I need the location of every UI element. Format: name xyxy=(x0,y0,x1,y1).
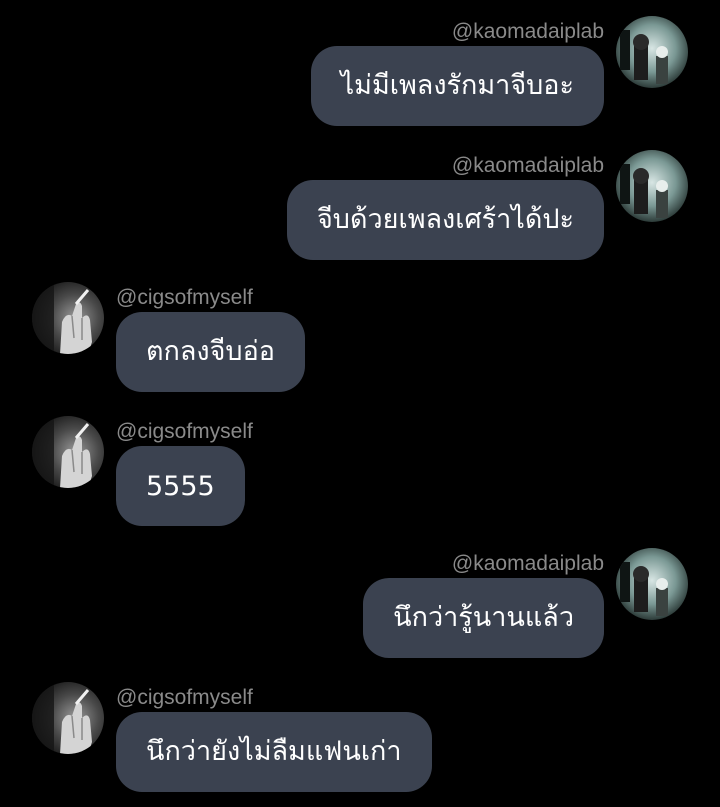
username-label[interactable]: @cigsofmyself xyxy=(116,420,253,444)
username-label[interactable]: @kaomadaiplab xyxy=(452,552,604,576)
hand-cigarette-avatar-icon[interactable] xyxy=(32,282,104,354)
hand-cigarette-avatar-icon[interactable] xyxy=(32,416,104,488)
message-text: จีบด้วยเพลงเศร้าได้ปะ xyxy=(316,204,574,235)
message-text: ตกลงจีบอ่อ xyxy=(146,336,276,367)
hand-cigarette-avatar-icon[interactable] xyxy=(32,682,104,754)
message-bubble[interactable]: ตกลงจีบอ่อ xyxy=(116,312,306,392)
message-bubble[interactable]: จีบด้วยเพลงเศร้าได้ปะ xyxy=(286,180,604,260)
message-text: 5555 xyxy=(146,471,215,502)
message-text: ไม่มีเพลงรักมาจีบอะ xyxy=(340,70,574,101)
username-label[interactable]: @kaomadaiplab xyxy=(452,20,604,44)
username-label[interactable]: @cigsofmyself xyxy=(116,686,253,710)
photo-avatar-icon[interactable] xyxy=(616,150,688,222)
username-label[interactable]: @cigsofmyself xyxy=(116,286,253,310)
photo-avatar-icon[interactable] xyxy=(616,16,688,88)
message-bubble[interactable]: ไม่มีเพลงรักมาจีบอะ xyxy=(310,46,604,126)
message-bubble[interactable]: นึกว่ายังไม่ลืมแฟนเก่า xyxy=(116,712,432,792)
message-text: นึกว่ายังไม่ลืมแฟนเก่า xyxy=(146,736,402,767)
message-bubble[interactable]: นึกว่ารู้นานแล้ว xyxy=(363,578,604,658)
chat-thread: @kaomadaiplab ไม่มีเพลงรักมาจีบอะ @kaoma… xyxy=(0,0,720,807)
username-label[interactable]: @kaomadaiplab xyxy=(452,154,604,178)
message-text: นึกว่ารู้นานแล้ว xyxy=(393,602,574,633)
photo-avatar-icon[interactable] xyxy=(616,548,688,620)
message-bubble[interactable]: 5555 xyxy=(116,446,245,526)
